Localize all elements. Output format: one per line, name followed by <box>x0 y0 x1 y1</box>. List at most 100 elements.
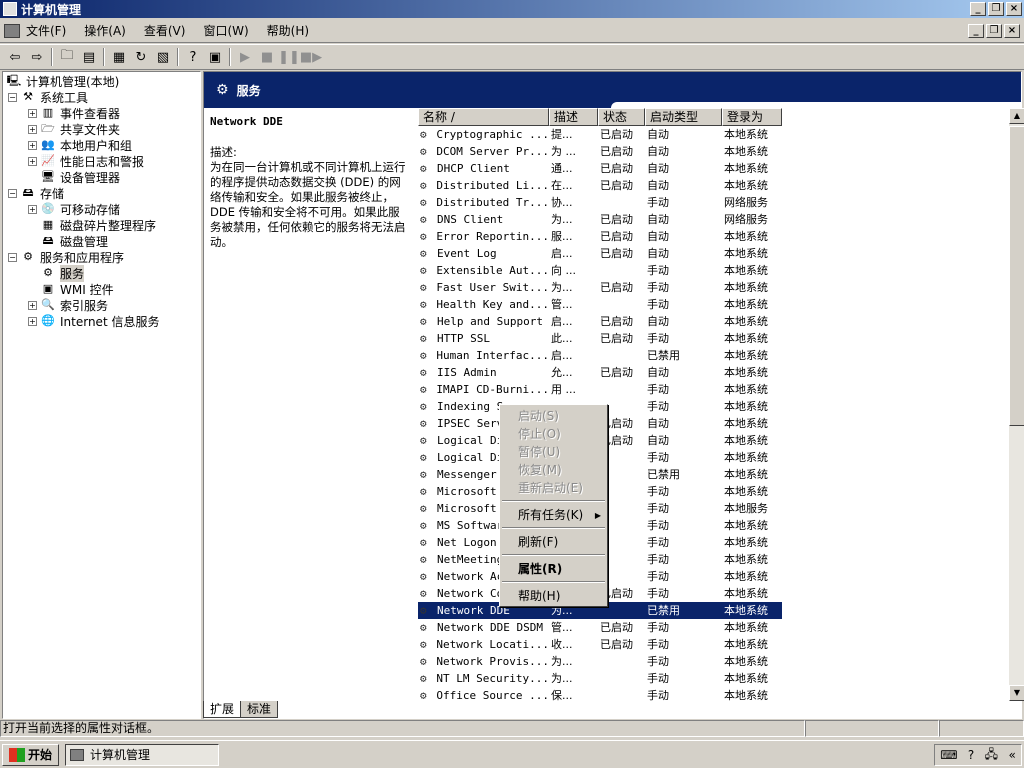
table-row[interactable]: ⚙ IMAPI CD-Burni... 用 ... 手动 本地系统 <box>418 381 782 398</box>
tree-item-device-manager[interactable]: 🖥 设备管理器 <box>40 169 120 185</box>
menu-help[interactable]: 帮助(H) <box>267 22 309 39</box>
menu-view[interactable]: 查看(V) <box>144 22 186 39</box>
vertical-scrollbar[interactable]: ▲ ▼ <box>1009 108 1024 701</box>
pause-service-icon[interactable]: ❚❚ <box>278 47 300 67</box>
tree-item-root[interactable]: 🖳 计算机管理(本地) <box>6 73 120 89</box>
table-row[interactable]: ⚙ Help and Support 启... 已启动 自动 本地系统 <box>418 313 782 330</box>
collapse-icon[interactable]: − <box>8 92 17 102</box>
cell-name: ⚙ Health Key and... <box>420 298 549 311</box>
properties-icon[interactable]: ▦ <box>108 47 130 67</box>
up-folder-icon[interactable]: 🗀 <box>56 47 78 67</box>
table-row[interactable]: ⚙ DCOM Server Pr... 为 ... 已启动 自动 本地系统 <box>418 143 782 160</box>
expand-icon[interactable]: + <box>28 156 37 166</box>
table-row[interactable]: ⚙ Cryptographic ... 提... 已启动 自动 本地系统 <box>418 126 782 143</box>
menu-item-restart[interactable]: 重新启动(E) <box>518 479 583 497</box>
menu-item-properties[interactable]: 属性(R) <box>518 560 562 578</box>
scroll-thumb[interactable] <box>1009 126 1024 426</box>
mdi-close-button[interactable]: × <box>1004 24 1020 38</box>
tree-item-event-viewer[interactable]: + ▥ 事件查看器 <box>28 105 120 121</box>
minimize-button[interactable]: _ <box>970 2 986 16</box>
start-service-icon[interactable]: ▶ <box>234 47 256 67</box>
restart-service-icon[interactable]: ■▶ <box>300 47 322 67</box>
table-row[interactable]: ⚙ Health Key and... 管... 手动 本地系统 <box>418 296 782 313</box>
stop-service-icon[interactable]: ■ <box>256 47 278 67</box>
menu-item-help[interactable]: 帮助(H) <box>518 587 560 605</box>
table-row[interactable]: ⚙ Human Interfac... 启... 已禁用 本地系统 <box>418 347 782 364</box>
back-icon[interactable]: ⇦ <box>4 47 26 67</box>
start-button[interactable]: 开始 <box>2 743 60 766</box>
tree-item-disk-management[interactable]: 🖴 磁盘管理 <box>40 233 108 249</box>
table-row[interactable]: ⚙ Network Provis... 为... 手动 本地系统 <box>418 653 782 670</box>
scroll-up-icon[interactable]: ▲ <box>1009 108 1024 124</box>
restore-button[interactable]: ❐ <box>988 2 1004 16</box>
tree-item-indexing[interactable]: + 🔍 索引服务 <box>28 297 108 313</box>
expand-icon[interactable]: + <box>28 108 37 118</box>
network-icon[interactable]: 🖧 <box>985 745 998 766</box>
table-row[interactable]: ⚙ NT LM Security... 为... 手动 本地系统 <box>418 670 782 687</box>
tree-item-system-tools[interactable]: − ⚒ 系统工具 <box>8 89 88 105</box>
expand-icon[interactable]: + <box>28 316 37 326</box>
show-action-pane-icon[interactable]: ▣ <box>204 47 226 67</box>
gear-icon: ⚙ <box>43 266 53 279</box>
mdi-minimize-button[interactable]: _ <box>968 24 984 38</box>
table-row[interactable]: ⚙ DNS Client 为... 已启动 自动 网络服务 <box>418 211 782 228</box>
table-row[interactable]: ⚙ Network Locati... 收... 已启动 手动 本地系统 <box>418 636 782 653</box>
table-row[interactable]: ⚙ Extensible Aut... 向 ... 手动 本地系统 <box>418 262 782 279</box>
tree-item-storage[interactable]: − 🖴 存储 <box>8 185 64 201</box>
menu-item-start[interactable]: 启动(S) <box>518 407 559 425</box>
menu-window[interactable]: 窗口(W) <box>203 22 248 39</box>
expand-icon[interactable]: + <box>28 204 37 214</box>
table-row[interactable]: ⚙ Office Source ... 保... 手动 本地系统 <box>418 687 782 701</box>
expand-tray-icon[interactable]: « <box>1008 748 1015 762</box>
expand-icon[interactable]: + <box>28 124 37 134</box>
col-log-on-as[interactable]: 登录为 <box>722 108 782 126</box>
table-row[interactable]: ⚙ Fast User Swit... 为... 已启动 手动 本地系统 <box>418 279 782 296</box>
col-startup-type[interactable]: 启动类型 <box>645 108 722 126</box>
expand-icon[interactable]: + <box>28 140 37 150</box>
scroll-down-icon[interactable]: ▼ <box>1009 685 1024 701</box>
tree-item-defrag[interactable]: ▦ 磁盘碎片整理程序 <box>40 217 156 233</box>
expand-icon[interactable]: + <box>28 300 37 310</box>
show-hide-tree-icon[interactable]: ▤ <box>78 47 100 67</box>
menu-item-pause[interactable]: 暂停(U) <box>518 443 560 461</box>
tree-item-iis[interactable]: + 🌐 Internet 信息服务 <box>28 313 159 329</box>
table-row[interactable]: ⚙ Event Log 启... 已启动 自动 本地系统 <box>418 245 782 262</box>
refresh-icon[interactable]: ↻ <box>130 47 152 67</box>
col-name[interactable]: 名称 / <box>418 108 549 126</box>
table-row[interactable]: ⚙ IIS Admin 允... 已启动 自动 本地系统 <box>418 364 782 381</box>
col-description[interactable]: 描述 <box>549 108 598 126</box>
menu-item-resume[interactable]: 恢复(M) <box>518 461 562 479</box>
tree-item-removable-storage[interactable]: + 💿 可移动存储 <box>28 201 120 217</box>
tab-extended[interactable]: 扩展 <box>203 701 242 718</box>
tree-item-local-users[interactable]: + 👥 本地用户和组 <box>28 137 132 153</box>
table-row[interactable]: ⚙ Error Reportin... 服... 已启动 自动 本地系统 <box>418 228 782 245</box>
close-button[interactable]: × <box>1006 2 1022 16</box>
forward-icon[interactable]: ⇨ <box>26 47 48 67</box>
table-row[interactable]: ⚙ HTTP SSL 此... 已启动 手动 本地系统 <box>418 330 782 347</box>
col-status[interactable]: 状态 <box>598 108 645 126</box>
tree-item-services[interactable]: ⚙ 服务 <box>40 264 85 282</box>
help-icon[interactable]: ? <box>182 47 204 67</box>
table-row[interactable]: ⚙ DHCP Client 通... 已启动 自动 本地系统 <box>418 160 782 177</box>
tree-item-shared-folders[interactable]: + 🗁 共享文件夹 <box>28 121 120 137</box>
export-list-icon[interactable]: ▧ <box>152 47 174 67</box>
table-row[interactable]: ⚙ Distributed Tr... 协... 手动 网络服务 <box>418 194 782 211</box>
mdi-system-icon[interactable] <box>4 23 20 38</box>
tree-item-services-apps[interactable]: − ⚙ 服务和应用程序 <box>8 249 124 265</box>
menu-action[interactable]: 操作(A) <box>84 22 126 39</box>
tree-item-perf-logs[interactable]: + 📈 性能日志和警报 <box>28 153 144 169</box>
help-tray-icon[interactable]: ? <box>968 748 974 762</box>
mdi-restore-button[interactable]: ❐ <box>986 24 1002 38</box>
menu-item-stop[interactable]: 停止(O) <box>518 425 561 443</box>
menu-item-all-tasks[interactable]: 所有任务(K) <box>518 506 583 524</box>
menu-file[interactable]: 文件(F) <box>26 22 66 39</box>
tree-item-wmi[interactable]: ▣ WMI 控件 <box>40 281 114 297</box>
taskbar-item-computer-management[interactable]: 计算机管理 <box>65 743 220 766</box>
collapse-icon[interactable]: − <box>8 252 17 262</box>
table-row[interactable]: ⚙ Network DDE DSDM 管... 已启动 手动 本地系统 <box>418 619 782 636</box>
table-row[interactable]: ⚙ Distributed Li... 在... 已启动 自动 本地系统 <box>418 177 782 194</box>
tab-standard[interactable]: 标准 <box>240 701 279 718</box>
keyboard-icon[interactable]: ⌨ <box>940 748 957 762</box>
collapse-icon[interactable]: − <box>8 188 17 198</box>
menu-item-refresh[interactable]: 刷新(F) <box>518 533 558 551</box>
